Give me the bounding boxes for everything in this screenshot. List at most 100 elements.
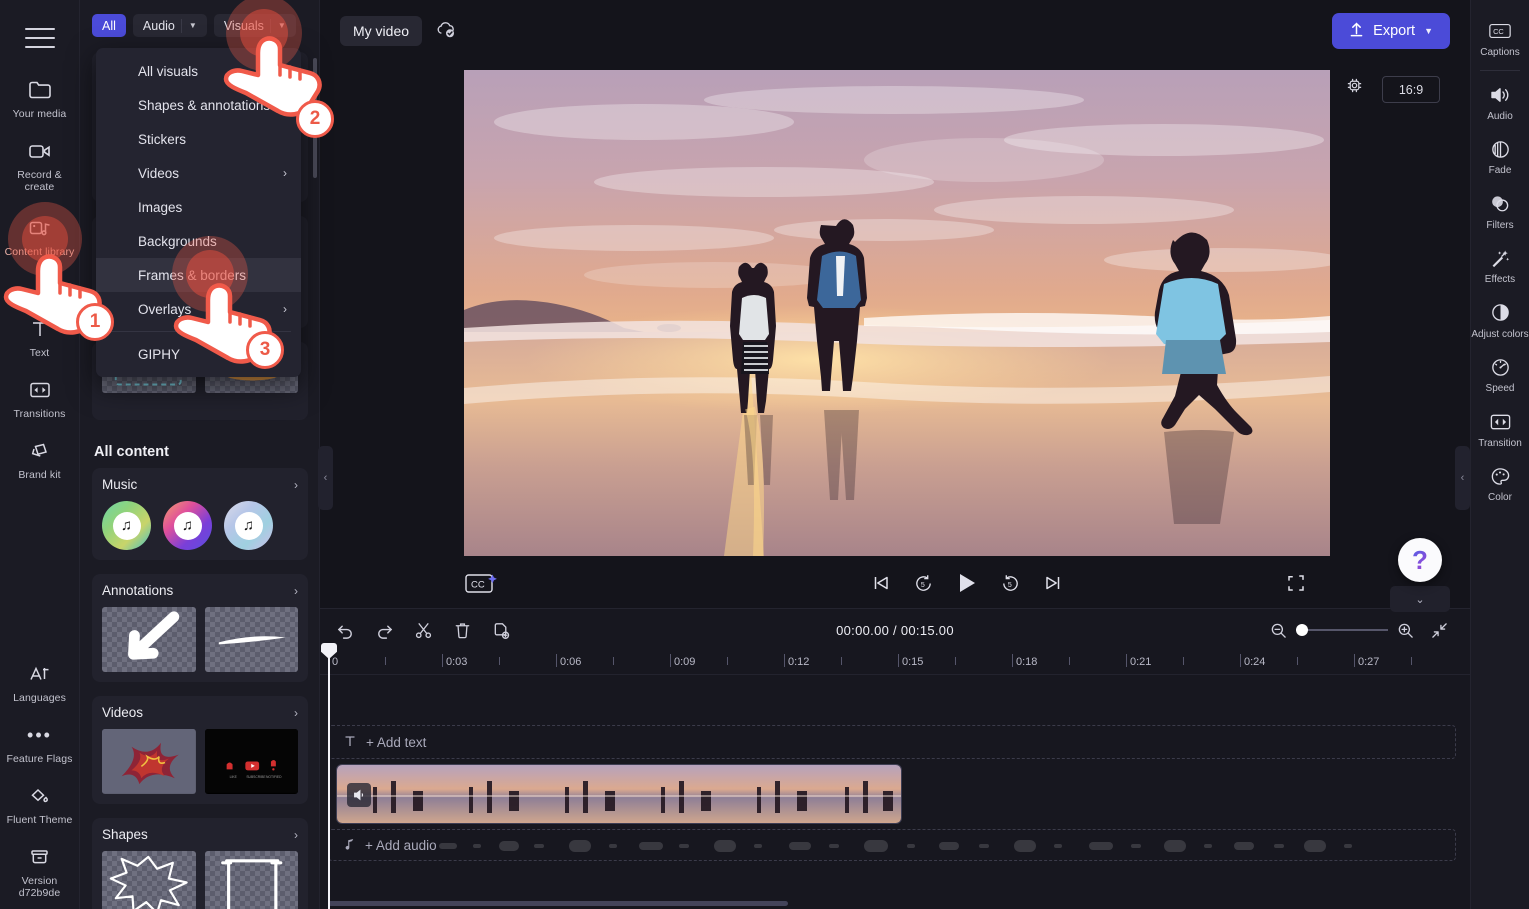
split-icon[interactable] bbox=[414, 621, 433, 640]
music-note-icon: ♫ bbox=[234, 511, 263, 540]
annotation-thumbnail-arrow[interactable] bbox=[102, 607, 196, 672]
content-group-shapes[interactable]: Shapes › bbox=[92, 818, 308, 909]
zoom-slider-handle[interactable] bbox=[1296, 624, 1308, 636]
content-group-header[interactable]: Shapes › bbox=[102, 827, 298, 842]
undo-icon[interactable] bbox=[336, 621, 355, 640]
zoom-in-icon[interactable] bbox=[1397, 622, 1414, 639]
sidebar-item-fluent-theme[interactable]: Fluent Theme bbox=[0, 772, 80, 833]
track-add-text[interactable]: + Add text bbox=[328, 725, 1456, 759]
content-group-videos[interactable]: Videos › LIKE SUBSCRIBE NOTIFIED bbox=[92, 696, 308, 804]
sidebar-item-languages[interactable]: Languages bbox=[0, 650, 80, 711]
export-button[interactable]: Export ▼ bbox=[1332, 13, 1450, 49]
delete-icon[interactable] bbox=[453, 621, 472, 640]
menu-item-frames-borders[interactable]: Frames & borders bbox=[96, 258, 301, 292]
svg-text:5: 5 bbox=[921, 581, 925, 588]
content-group-header[interactable]: Videos › bbox=[102, 705, 298, 720]
visuals-dropdown-menu[interactable]: All visuals Shapes & annotations Sticker… bbox=[96, 48, 301, 377]
content-group-music[interactable]: Music › ♫ ♫ ♫ bbox=[92, 468, 308, 560]
timeline-toolbar: 00:00.00 / 00:15.00 bbox=[320, 609, 1470, 651]
cc-icon: CC bbox=[1488, 19, 1512, 43]
skip-to-start-icon[interactable] bbox=[871, 573, 891, 593]
duplicate-icon[interactable] bbox=[492, 621, 511, 640]
shape-thumbnail-burst[interactable] bbox=[102, 851, 196, 909]
hamburger-icon[interactable] bbox=[24, 28, 55, 48]
help-collapse-button[interactable]: ⌄ bbox=[1390, 586, 1450, 612]
sidebar-item-feature-flags[interactable]: ••• Feature Flags bbox=[0, 711, 80, 772]
timeline-ruler[interactable]: 0 0:03 0:06 0:09 0:12 0:15 0:18 0:21 0:2… bbox=[320, 651, 1470, 675]
menu-item-overlays[interactable]: Overlays › bbox=[96, 292, 301, 326]
sidebar-item-version[interactable]: Version d72b9de bbox=[0, 833, 80, 909]
sidebar-item-your-media[interactable]: Your media bbox=[0, 66, 80, 127]
right-item-captions[interactable]: CC Captions bbox=[1471, 10, 1529, 65]
menu-item-label: Frames & borders bbox=[138, 267, 247, 283]
video-thumbnail[interactable]: LIKE SUBSCRIBE NOTIFIED bbox=[204, 729, 298, 794]
menu-item-stickers[interactable]: Stickers bbox=[96, 122, 301, 156]
right-item-adjust-colors[interactable]: Adjust colors bbox=[1471, 292, 1529, 347]
menu-item-giphy[interactable]: GIPHY bbox=[96, 337, 301, 371]
redo-icon[interactable] bbox=[375, 621, 394, 640]
content-group-annotations[interactable]: Annotations › bbox=[92, 574, 308, 682]
annotation-thumbnail-underline[interactable] bbox=[204, 607, 298, 672]
right-item-speed[interactable]: Speed bbox=[1471, 346, 1529, 401]
music-note-icon: ♫ bbox=[173, 511, 202, 540]
menu-item-backgrounds[interactable]: Backgrounds bbox=[96, 224, 301, 258]
transport-controls: 5 5 bbox=[464, 571, 1470, 595]
ruler-label: 0:06 bbox=[560, 656, 582, 668]
timeline-scrollbar[interactable] bbox=[328, 901, 788, 906]
chip-audio[interactable]: Audio ▼ bbox=[132, 14, 207, 37]
content-group-header[interactable]: Annotations › bbox=[102, 583, 298, 598]
music-note-icon: ♫ bbox=[112, 511, 141, 540]
music-thumbnail[interactable]: ♫ bbox=[224, 501, 273, 550]
collapse-left-panel-button[interactable]: ‹ bbox=[318, 446, 333, 510]
video-thumbnail[interactable] bbox=[102, 729, 196, 794]
fit-to-screen-icon[interactable] bbox=[1431, 622, 1448, 639]
clip-mute-button[interactable] bbox=[347, 783, 371, 807]
rewind-5-icon[interactable]: 5 bbox=[913, 573, 934, 594]
cloud-saved-icon bbox=[434, 19, 458, 44]
panel-scrollbar[interactable] bbox=[313, 58, 317, 178]
skip-to-end-icon[interactable] bbox=[1043, 573, 1063, 593]
music-thumbnail[interactable]: ♫ bbox=[102, 501, 151, 550]
play-icon[interactable] bbox=[956, 571, 978, 595]
sidebar-item-content-library[interactable]: Content library bbox=[0, 204, 80, 265]
menu-item-shapes-annotations[interactable]: Shapes & annotations bbox=[96, 88, 301, 122]
chip-all[interactable]: All bbox=[92, 14, 126, 37]
video-clip[interactable] bbox=[336, 764, 902, 824]
forward-5-icon[interactable]: 5 bbox=[1000, 573, 1021, 594]
sidebar-item-record-create[interactable]: Record & create bbox=[0, 127, 80, 200]
sidebar-item-label: Text bbox=[29, 347, 50, 359]
chevron-down-icon: ▼ bbox=[1424, 26, 1433, 36]
menu-item-label: Videos bbox=[138, 165, 180, 181]
track-add-audio[interactable]: + Add audio bbox=[328, 829, 1456, 861]
sidebar-item-brand-kit[interactable]: Brand kit bbox=[0, 427, 80, 488]
sidebar-item-transitions[interactable]: Transitions bbox=[0, 366, 80, 427]
music-thumbnail[interactable]: ♫ bbox=[163, 501, 212, 550]
menu-item-videos[interactable]: Videos › bbox=[96, 156, 301, 190]
fullscreen-icon[interactable] bbox=[1287, 574, 1305, 592]
shape-thumbnail-frame[interactable] bbox=[204, 851, 298, 909]
right-item-transition[interactable]: Transition bbox=[1471, 401, 1529, 456]
menu-item-all-visuals[interactable]: All visuals bbox=[96, 54, 301, 88]
zoom-out-icon[interactable] bbox=[1270, 622, 1287, 639]
content-library-icon bbox=[27, 215, 53, 241]
project-title[interactable]: My video bbox=[340, 16, 423, 46]
right-item-effects[interactable]: Effects bbox=[1471, 237, 1529, 292]
ruler-label: 0 bbox=[332, 656, 339, 668]
content-group-header[interactable]: Music › bbox=[102, 477, 298, 492]
gear-icon[interactable] bbox=[1345, 76, 1364, 100]
right-item-fade[interactable]: Fade bbox=[1471, 128, 1529, 183]
playhead[interactable] bbox=[328, 643, 330, 909]
content-filter-chips: All Audio ▼ Visuals ▼ bbox=[80, 0, 319, 47]
right-item-audio[interactable]: Audio bbox=[1471, 74, 1529, 129]
help-button[interactable]: ? bbox=[1398, 538, 1442, 582]
aspect-ratio-button[interactable]: 16:9 bbox=[1382, 76, 1440, 103]
zoom-slider[interactable] bbox=[1296, 624, 1388, 636]
text-icon bbox=[29, 316, 51, 342]
collapse-right-panel-button[interactable]: ‹ bbox=[1455, 446, 1470, 510]
chip-visuals[interactable]: Visuals ▼ bbox=[213, 14, 296, 37]
right-item-color[interactable]: Color bbox=[1471, 455, 1529, 510]
video-preview[interactable] bbox=[464, 70, 1330, 556]
menu-item-images[interactable]: Images bbox=[96, 190, 301, 224]
sidebar-item-text[interactable]: Text bbox=[0, 305, 80, 366]
right-item-filters[interactable]: Filters bbox=[1471, 183, 1529, 238]
